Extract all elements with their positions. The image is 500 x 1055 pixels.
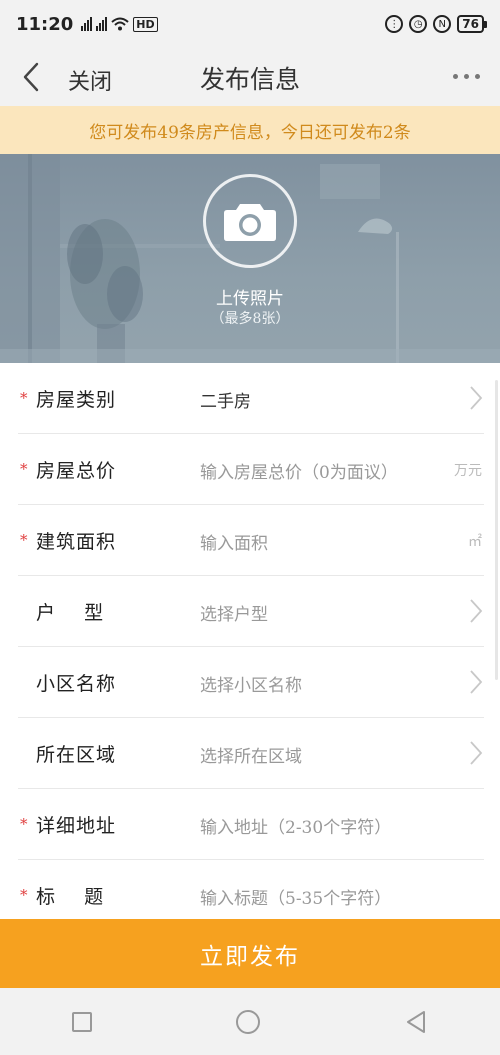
home-button[interactable] xyxy=(236,1009,260,1034)
system-nav-bar xyxy=(0,988,500,1055)
field-label: 房屋类别 xyxy=(36,389,117,411)
more-button[interactable] xyxy=(446,66,486,86)
chevron-right-icon xyxy=(470,599,483,623)
chevron-right-icon xyxy=(470,741,483,765)
recent-apps-button[interactable] xyxy=(72,1011,92,1032)
wifi-icon xyxy=(111,17,129,31)
signal-icon xyxy=(96,17,108,31)
alarm-icon: ◷ xyxy=(409,15,428,33)
signal-icon xyxy=(81,17,93,31)
field-house-type[interactable]: * 房屋类别 二手房 xyxy=(18,363,484,434)
more-icon xyxy=(474,73,480,79)
camera-icon xyxy=(224,204,276,241)
camera-upload-button[interactable] xyxy=(203,174,297,268)
status-left: 11:20 HD xyxy=(16,14,158,35)
community-select[interactable]: 选择小区名称 xyxy=(200,671,302,696)
more-icon xyxy=(452,73,458,79)
chevron-right-icon xyxy=(470,670,483,694)
quota-notice: 您可发布49条房产信息，今日还可发布2条 xyxy=(0,106,500,154)
area-unit: ㎡ xyxy=(468,534,482,550)
area-input[interactable]: 输入面积 xyxy=(200,529,268,554)
field-address[interactable]: * 详细地址 输入地址（2-30个字符） xyxy=(18,789,484,860)
status-bar: 11:20 HD ⋮ ◷ N 76 xyxy=(0,0,500,48)
layout-select[interactable]: 选择户型 xyxy=(200,600,268,625)
field-area[interactable]: * 建筑面积 输入面积 ㎡ xyxy=(18,505,484,576)
house-type-value[interactable]: 二手房 xyxy=(200,387,251,412)
publish-button[interactable]: 立即发布 xyxy=(0,919,500,988)
scrollbar[interactable] xyxy=(495,380,498,680)
app-header: 关闭 发布信息 xyxy=(0,48,500,106)
field-label: 标 题 xyxy=(36,886,105,908)
chevron-right-icon xyxy=(470,386,483,410)
required-mark: * xyxy=(20,389,28,407)
network-type: HD xyxy=(133,16,158,32)
upload-photo-label: 上传照片 xyxy=(216,289,284,309)
required-mark: * xyxy=(20,460,28,478)
battery-indicator: 76 xyxy=(457,15,487,33)
field-label: 房屋总价 xyxy=(36,460,117,482)
more-icon xyxy=(463,73,469,79)
photo-upload-banner: 上传照片 （最多8张） xyxy=(0,154,500,363)
district-select[interactable]: 选择所在区域 xyxy=(200,742,302,767)
total-price-input[interactable]: 输入房屋总价（0为面议） xyxy=(200,458,398,483)
address-input[interactable]: 输入地址（2-30个字符） xyxy=(200,813,391,838)
title-input[interactable]: 输入标题（5-35个字符） xyxy=(200,884,391,909)
field-label: 详细地址 xyxy=(36,815,117,837)
required-mark: * xyxy=(20,815,28,833)
required-mark: * xyxy=(20,531,28,549)
field-label: 建筑面积 xyxy=(36,531,117,553)
required-mark: * xyxy=(20,886,28,904)
field-total-price[interactable]: * 房屋总价 输入房屋总价（0为面议） 万元 xyxy=(18,434,484,505)
signal-icons: HD xyxy=(81,16,158,32)
field-district[interactable]: 所在区域 选择所在区域 xyxy=(18,718,484,789)
vibrate-icon: ⋮ xyxy=(385,15,404,33)
field-community[interactable]: 小区名称 选择小区名称 xyxy=(18,647,484,718)
nfc-icon: N xyxy=(433,15,452,33)
field-label: 小区名称 xyxy=(36,673,117,695)
field-layout[interactable]: 户 型 选择户型 xyxy=(18,576,484,647)
field-label: 户 型 xyxy=(36,602,105,624)
nav-back-button[interactable] xyxy=(404,1010,428,1034)
status-time: 11:20 xyxy=(16,13,74,35)
page-title: 发布信息 xyxy=(199,65,300,94)
price-unit: 万元 xyxy=(454,463,482,479)
field-label: 所在区域 xyxy=(36,744,117,766)
upload-limit-text: （最多8张） xyxy=(210,311,290,327)
status-right: ⋮ ◷ N 76 xyxy=(385,15,487,33)
